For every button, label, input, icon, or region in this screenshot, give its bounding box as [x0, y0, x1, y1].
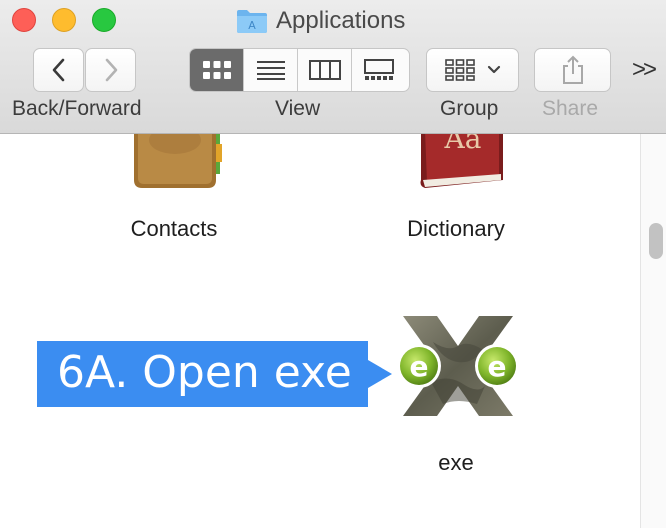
item-label-dictionary[interactable]: Dictionary: [386, 216, 526, 242]
window-title: A Applications: [236, 4, 405, 38]
instruction-callout: 6A. Open exe: [37, 341, 368, 407]
chevron-down-icon: [487, 65, 501, 74]
column-view-button[interactable]: [298, 49, 352, 91]
group-label: Group: [440, 97, 499, 120]
zoom-window-button[interactable]: [92, 8, 116, 32]
group-button[interactable]: [426, 48, 519, 92]
chevron-left-icon: [52, 58, 64, 82]
forward-button[interactable]: [85, 48, 136, 92]
icon-view-icon: [202, 61, 231, 79]
minimize-window-button[interactable]: [52, 8, 76, 32]
item-label-exe[interactable]: exe: [396, 450, 516, 476]
svg-text:e: e: [488, 350, 507, 383]
group-icon: [445, 59, 475, 81]
contacts-app-icon[interactable]: [128, 134, 224, 192]
share-button[interactable]: [534, 48, 611, 92]
folder-icon: A: [237, 10, 267, 33]
view-label: View: [275, 97, 321, 120]
column-view-icon: [308, 60, 341, 80]
gallery-view-icon: [364, 59, 394, 80]
list-view-icon: [256, 61, 285, 80]
share-icon: [562, 55, 583, 84]
callout-text: 6A. Open exe: [57, 347, 352, 398]
view-mode-control: [189, 48, 410, 92]
callout-arrow: [368, 360, 392, 388]
window-title-text: Applications: [276, 7, 406, 34]
toolbar-overflow-button[interactable]: >>: [632, 56, 657, 84]
svg-text:e: e: [410, 350, 429, 383]
dictionary-icon-text: Aa: [444, 134, 482, 155]
scrollbar-thumb[interactable]: [649, 223, 663, 259]
dictionary-app-icon[interactable]: Aa: [413, 134, 507, 192]
chevron-right-icon: [105, 58, 117, 82]
icon-view-button[interactable]: [190, 49, 244, 91]
vertical-scrollbar[interactable]: [640, 134, 666, 528]
back-button[interactable]: [33, 48, 84, 92]
close-window-button[interactable]: [12, 8, 36, 32]
list-view-button[interactable]: [244, 49, 298, 91]
gallery-view-button[interactable]: [352, 49, 406, 91]
finder-toolbar: A Applications Back/Forward View Group S…: [0, 0, 666, 134]
exe-app-icon[interactable]: e e: [393, 312, 523, 420]
item-label-contacts[interactable]: Contacts: [114, 216, 234, 242]
file-icon-grid: Contacts Aa Dictionary e e exe: [0, 134, 640, 528]
share-label: Share: [542, 97, 599, 120]
svg-text:A: A: [248, 19, 256, 32]
back-forward-label: Back/Forward: [12, 97, 142, 120]
